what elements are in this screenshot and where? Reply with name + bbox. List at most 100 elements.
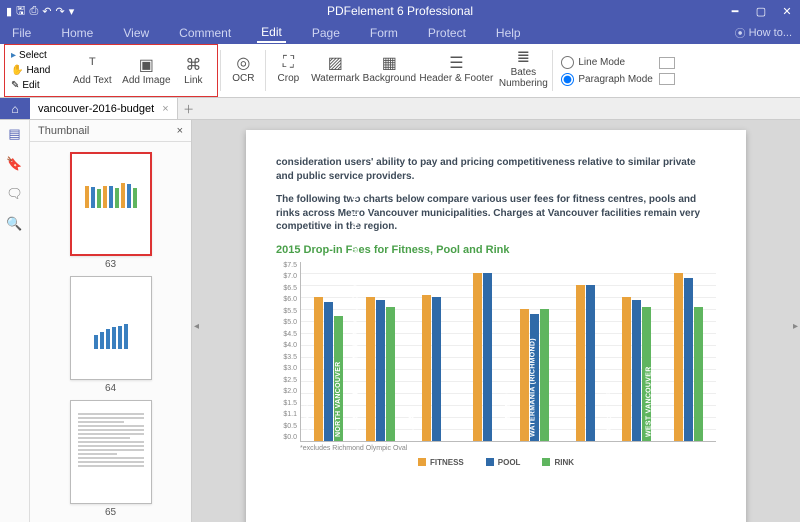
legend-pool: POOL (486, 458, 521, 467)
menu-comment[interactable]: Comment (175, 24, 235, 42)
menu-file[interactable]: File (8, 24, 35, 42)
thumbnail-list: 63 64 65 (30, 142, 191, 522)
thumbnail-title: Thumbnail (38, 125, 89, 137)
menu-help[interactable]: Help (492, 24, 525, 42)
bookmarks-icon[interactable]: 🔖 (6, 156, 22, 172)
home-tab-button[interactable]: ⌂ (0, 98, 30, 119)
image-icon: ▣ (136, 55, 156, 75)
chart-legend: FITNESS POOL RINK (276, 458, 716, 467)
undo-icon[interactable]: ↶ (42, 2, 51, 21)
search-icon[interactable]: 🔍 (6, 216, 22, 232)
new-tab-button[interactable]: ＋ (178, 98, 200, 119)
menu-bar: File Home View Comment Edit Page Form Pr… (0, 22, 800, 44)
link-button[interactable]: ⌘Link (173, 47, 213, 95)
thumbnail-page-65 (70, 400, 152, 504)
close-icon[interactable]: ✕ (774, 0, 800, 22)
add-text-label: Add Text (73, 75, 112, 86)
line-mode-radio[interactable]: Line Mode (561, 56, 653, 69)
crop-icon: ⛶ (278, 53, 298, 73)
document-tab[interactable]: vancouver-2016-budget × (30, 98, 178, 119)
close-tab-icon[interactable]: × (162, 103, 168, 115)
paragraph-2: The following two charts below compare v… (276, 193, 716, 234)
redo-icon[interactable]: ↷ (55, 2, 64, 21)
mode-view-toggles (659, 44, 675, 97)
howto-label: How to... (749, 27, 792, 39)
thumbnail-item[interactable]: 65 (70, 400, 152, 518)
main-area: ▤ 🔖 🗨 🔍 Thumbnail × 63 64 (0, 120, 800, 522)
watermark-label: Watermark (311, 73, 360, 84)
thumbnail-number: 64 (105, 383, 116, 394)
home-icon: ⌂ (11, 102, 18, 116)
cursor-icon: ▸ (11, 48, 16, 63)
more-icon[interactable]: ▾ (69, 2, 75, 21)
thumbnail-item[interactable]: 63 (70, 152, 152, 270)
watermark-icon: ▨ (325, 53, 345, 73)
background-button[interactable]: ▦Background (362, 44, 416, 92)
legend-fitness: FITNESS (418, 458, 464, 467)
document-viewport[interactable]: ◂ ▸ consideration users' ability to pay … (192, 120, 800, 522)
document-tab-bar: ⌂ vancouver-2016-budget × ＋ (0, 98, 800, 120)
thumbnail-page-64 (70, 276, 152, 380)
collapse-left-icon[interactable]: ◂ (194, 321, 199, 332)
add-image-button[interactable]: ▣Add Image (119, 47, 173, 95)
thumbnail-header: Thumbnail × (30, 120, 191, 142)
menu-home[interactable]: Home (57, 24, 97, 42)
layout-toggle-1[interactable] (659, 57, 675, 69)
menu-protect[interactable]: Protect (424, 24, 470, 42)
thumbnail-panel: Thumbnail × 63 64 65 (30, 120, 192, 522)
legend-rink-label: RINK (554, 458, 574, 467)
legend-pool-label: POOL (498, 458, 521, 467)
select-label: Select (19, 48, 47, 63)
background-icon: ▦ (379, 53, 399, 73)
chart-plot: BURNABYNORTH VANCOUVERSURREYSURREY LEISU… (300, 262, 716, 442)
crop-button[interactable]: ⛶Crop (268, 44, 308, 92)
edit-icon: ✎ (11, 78, 19, 93)
minimize-icon[interactable]: ━ (722, 0, 748, 22)
quick-access-toolbar: ▮ 🖫 ⎙ ↶ ↷ ▾ (0, 2, 80, 21)
close-panel-icon[interactable]: × (177, 125, 183, 137)
menu-view[interactable]: View (119, 24, 153, 42)
line-mode-label: Line Mode (578, 57, 625, 68)
link-label: Link (184, 75, 202, 86)
chart-title: 2015 Drop-in Fees for Fitness, Pool and … (276, 244, 716, 256)
header-footer-icon: ☰ (446, 53, 466, 73)
menu-edit[interactable]: Edit (257, 23, 286, 43)
chart-y-axis: $7.5$7.0$6.5$6.0$5.5$5.0$4.5$4.0$3.5$3.0… (276, 262, 300, 442)
pdf-page: consideration users' ability to pay and … (246, 130, 746, 522)
thumbnail-number: 63 (105, 259, 116, 270)
paragraph-mode-label: Paragraph Mode (578, 74, 653, 85)
title-bar: ▮ 🖫 ⎙ ↶ ↷ ▾ PDFelement 6 Professional ━ … (0, 0, 800, 22)
header-footer-label: Header & Footer (419, 73, 493, 84)
thumbnail-item[interactable]: 64 (70, 276, 152, 394)
document-tab-label: vancouver-2016-budget (38, 103, 154, 115)
maximize-icon[interactable]: ▢ (748, 0, 774, 22)
thumbnails-icon[interactable]: ▤ (8, 126, 20, 142)
select-tool[interactable]: ▸Select (9, 48, 52, 63)
print-icon[interactable]: ⎙ (29, 2, 38, 21)
bates-icon: ≣ (513, 47, 533, 67)
bates-button[interactable]: ≣Bates Numbering (496, 44, 550, 92)
menu-page[interactable]: Page (308, 24, 344, 42)
collapse-right-icon[interactable]: ▸ (793, 321, 798, 332)
hand-tool[interactable]: ✋Hand (9, 63, 52, 78)
bates-label: Bates Numbering (499, 67, 548, 89)
hand-icon: ✋ (11, 63, 23, 78)
edit-tool[interactable]: ✎Edit (9, 78, 52, 93)
edit-label: Edit (22, 78, 39, 93)
paragraph-1: consideration users' ability to pay and … (276, 156, 716, 183)
edit-tools-group: ▸Select ✋Hand ✎Edit ᵀAdd Text ▣Add Image… (4, 44, 218, 97)
legend-fitness-label: FITNESS (430, 458, 464, 467)
menu-form[interactable]: Form (366, 24, 402, 42)
comments-icon[interactable]: 🗨 (6, 186, 23, 202)
save-icon[interactable]: 🖫 (16, 2, 25, 21)
watermark-button[interactable]: ▨Watermark (308, 44, 362, 92)
howto-link[interactable]: ⦿How to... (735, 25, 792, 41)
edit-mode-group: Line Mode Paragraph Mode (561, 44, 653, 97)
layout-toggle-2[interactable] (659, 73, 675, 85)
header-footer-button[interactable]: ☰Header & Footer (416, 44, 496, 92)
add-text-button[interactable]: ᵀAdd Text (65, 47, 119, 95)
paragraph-mode-radio[interactable]: Paragraph Mode (561, 73, 653, 86)
ocr-icon: ◎ (233, 53, 253, 73)
side-rail: ▤ 🔖 🗨 🔍 (0, 120, 30, 522)
ocr-button[interactable]: ◎OCR (223, 44, 263, 92)
